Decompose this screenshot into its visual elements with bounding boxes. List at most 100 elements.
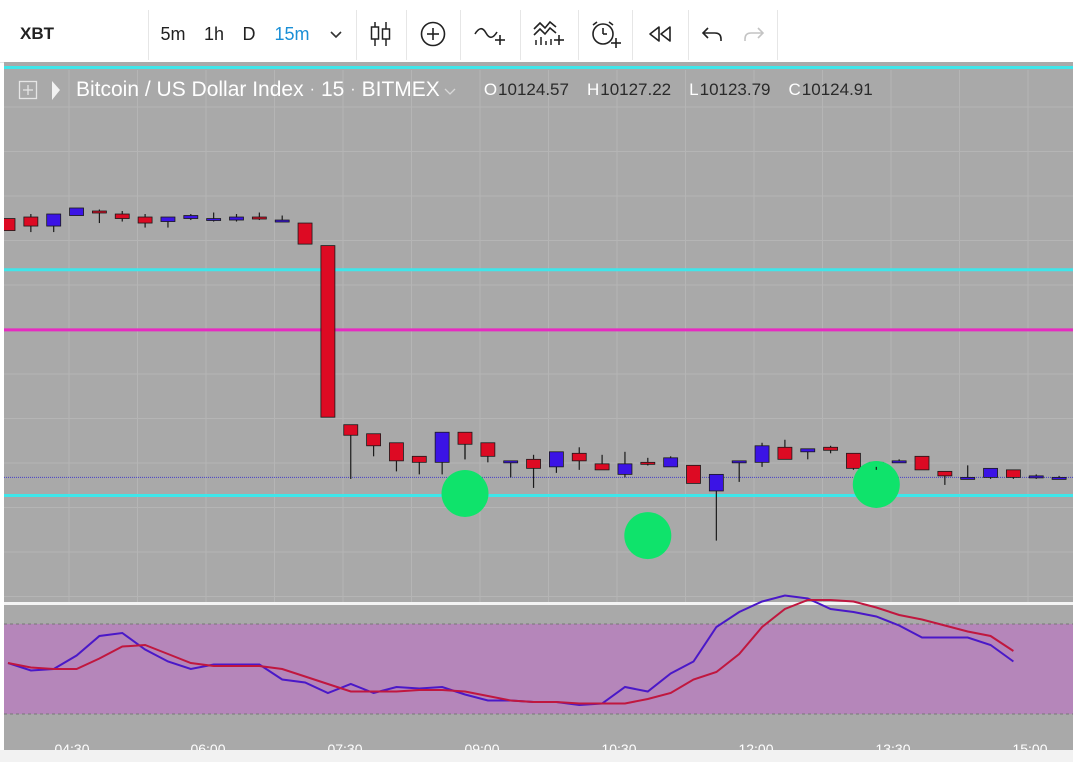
candle-body <box>663 457 679 468</box>
symbol-search[interactable]: XBT <box>0 10 148 58</box>
toolbar-divider <box>578 10 579 60</box>
chart-legend: Bitcoin / US Dollar Index · 15 · BITMEX … <box>76 76 873 104</box>
alert-icon[interactable] <box>580 10 630 58</box>
candle <box>46 213 62 233</box>
undo-icon[interactable] <box>690 10 734 58</box>
candle <box>274 215 290 223</box>
candle-body <box>480 442 496 457</box>
toolbar-divider <box>460 10 461 60</box>
close-label: C <box>788 80 801 99</box>
candle <box>229 214 244 222</box>
candle-body <box>754 445 770 463</box>
interval-1h[interactable]: 1h <box>196 10 232 58</box>
candle <box>800 448 816 460</box>
time-tick-label: 09:00 <box>464 741 499 750</box>
candle <box>389 442 404 472</box>
candle-body <box>617 463 633 475</box>
chart-area[interactable]: 04:30 06:00 07:30 09:00 10:30 12:00 13:30 15:00 <box>0 62 1073 757</box>
candle <box>297 222 313 245</box>
chevron-down-icon[interactable] <box>320 10 352 58</box>
toolbar-divider <box>777 10 778 60</box>
legend-dot: · <box>350 81 356 98</box>
flag-icon <box>52 81 60 100</box>
candle-body <box>411 455 427 463</box>
toolbar-divider <box>356 10 357 60</box>
interval-15m[interactable]: 15m <box>266 10 318 58</box>
candle-body <box>137 216 153 224</box>
candle-body <box>297 222 313 245</box>
symbol-name[interactable]: Bitcoin / US Dollar Index <box>76 78 304 102</box>
candle <box>480 442 496 463</box>
plus-circle-icon[interactable] <box>408 10 458 58</box>
candle-body <box>183 215 199 219</box>
candle-body <box>571 452 587 462</box>
candle <box>1028 474 1044 479</box>
candle-body <box>549 451 564 468</box>
time-tick-label: 13:30 <box>875 741 910 750</box>
toolbar-divider <box>406 10 407 60</box>
candle <box>823 445 838 454</box>
pane-separator[interactable] <box>4 602 1073 605</box>
candle-body <box>777 446 793 460</box>
low-label: L <box>689 80 699 99</box>
candle-body <box>92 210 107 214</box>
candle <box>320 245 336 418</box>
candle-body <box>686 464 701 484</box>
candle-body <box>1028 475 1044 479</box>
candle-body <box>23 216 39 227</box>
candle-body <box>434 431 450 463</box>
candle-body <box>503 460 519 464</box>
indicator-icon[interactable] <box>462 10 518 58</box>
replay-icon[interactable] <box>634 10 686 58</box>
low-value: 10123.79 <box>699 80 771 99</box>
interval-d[interactable]: D <box>234 10 264 58</box>
candle <box>183 214 199 221</box>
highlight-circle <box>441 469 489 517</box>
toolbar-divider <box>520 10 521 60</box>
candle-body <box>114 213 130 219</box>
candle-body <box>229 216 244 221</box>
candles-icon[interactable] <box>358 10 404 58</box>
toolbar-divider <box>688 10 689 60</box>
time-tick-label: 07:30 <box>327 741 362 750</box>
chevron-down-icon[interactable] <box>444 78 456 102</box>
candle <box>160 216 176 228</box>
candle <box>343 424 359 479</box>
candle <box>983 467 998 479</box>
candle-body <box>0 218 16 231</box>
time-tick-label: 04:30 <box>54 741 89 750</box>
candle <box>434 431 450 475</box>
time-tick-label: 15:00 <box>1012 741 1047 750</box>
candle <box>206 212 222 222</box>
candle <box>846 452 861 470</box>
candle <box>617 451 633 478</box>
candle-body <box>160 216 176 222</box>
candle-body <box>1006 469 1021 478</box>
candle <box>366 433 382 457</box>
legend-exchange: BITMEX <box>361 78 440 101</box>
candle <box>0 218 16 231</box>
candle-body <box>731 460 747 464</box>
candle-body <box>206 218 222 221</box>
candle-body <box>457 431 473 445</box>
oscillator-band <box>4 624 1073 714</box>
compare-icon[interactable] <box>522 10 576 58</box>
interval-5m[interactable]: 5m <box>154 10 192 58</box>
bottom-strip <box>0 750 1073 762</box>
candle-body <box>366 433 382 447</box>
candle-body <box>274 219 290 223</box>
candle <box>731 460 747 482</box>
chart-canvas: 04:30 06:00 07:30 09:00 10:30 12:00 13:30 15:00 <box>0 62 1073 757</box>
candle-body <box>594 463 610 471</box>
candle-body <box>389 442 404 462</box>
chart-toolbar: XBT 5m 1h D 15m <box>0 0 1073 63</box>
candle <box>23 214 39 233</box>
candle <box>526 454 541 488</box>
close-value: 10124.91 <box>801 80 873 99</box>
candle-body <box>823 446 838 451</box>
candle-body <box>960 476 976 480</box>
candle <box>114 211 130 222</box>
redo-icon[interactable] <box>734 10 774 58</box>
legend-toggle-icon[interactable] <box>18 80 38 100</box>
candle <box>960 465 976 480</box>
